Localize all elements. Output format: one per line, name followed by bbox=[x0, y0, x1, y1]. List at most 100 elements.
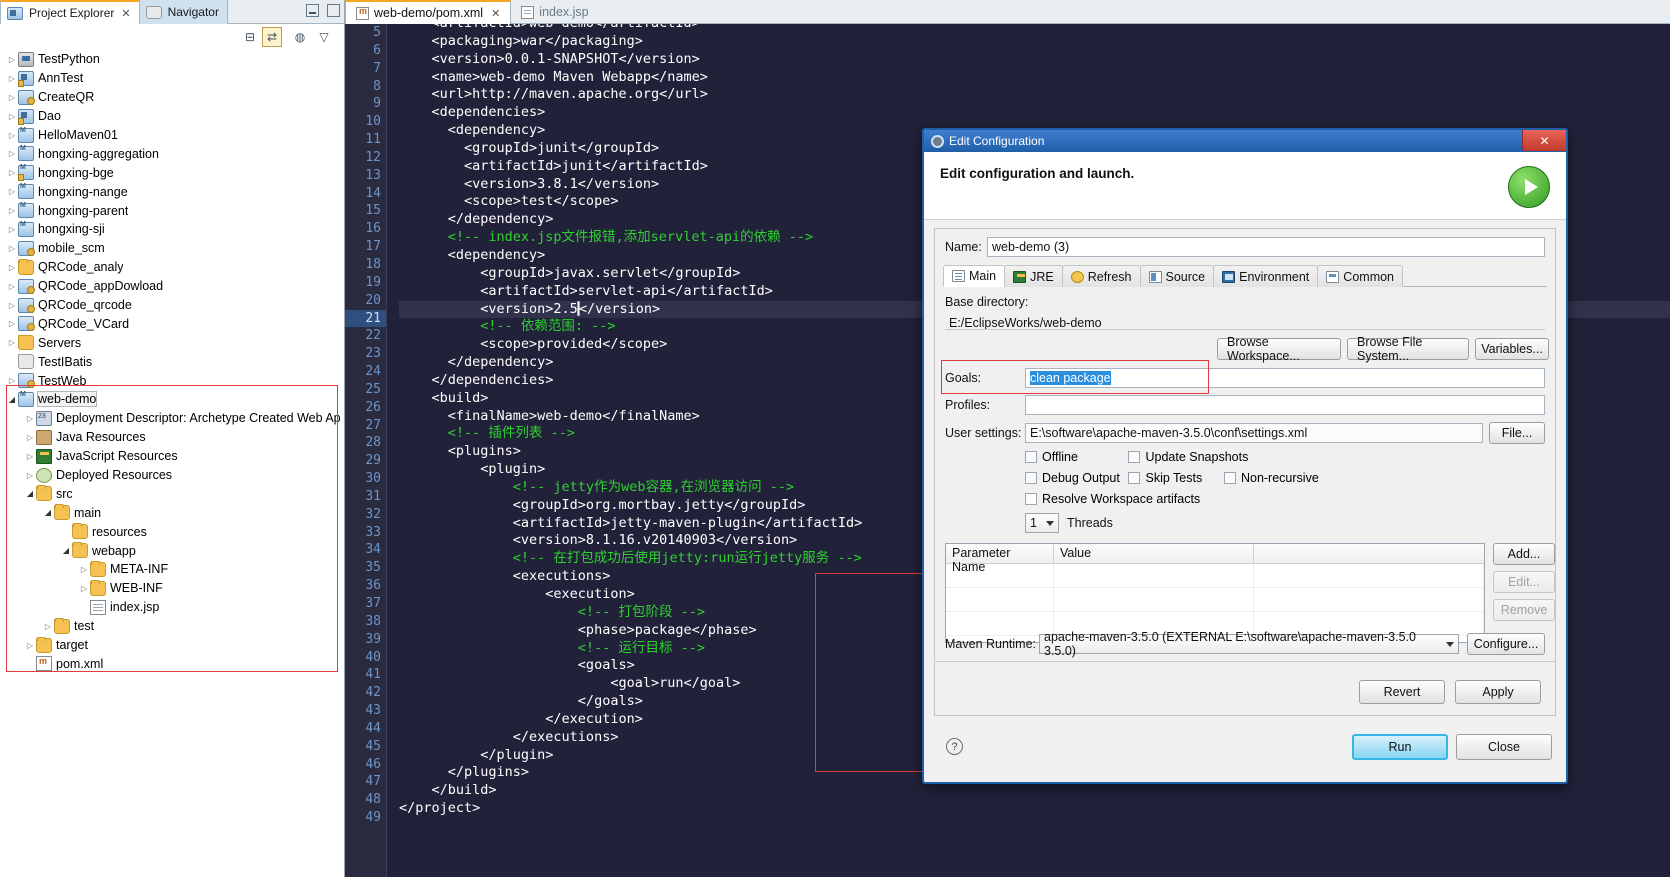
chevron-right-icon[interactable]: ▷ bbox=[6, 187, 18, 196]
table-row[interactable] bbox=[946, 588, 1484, 612]
tab-index-jsp[interactable]: index.jsp bbox=[511, 0, 598, 24]
tree-item-hellomaven01[interactable]: ▷ HelloMaven01 bbox=[0, 126, 344, 145]
checkbox-skip-tests[interactable]: Skip Tests bbox=[1128, 471, 1220, 485]
tree-item-hongxing-parent[interactable]: ▷ hongxing-parent bbox=[0, 201, 344, 220]
chevron-right-icon[interactable]: ▷ bbox=[6, 338, 18, 347]
browse-file-system-button[interactable]: Browse File System... bbox=[1347, 335, 1469, 363]
checkbox-non-recursive[interactable]: Non-recursive bbox=[1223, 471, 1319, 485]
close-icon[interactable]: ✕ bbox=[491, 7, 500, 20]
chevron-right-icon[interactable]: ▷ bbox=[6, 376, 18, 385]
tree-item-createqr[interactable]: ▷ CreateQR bbox=[0, 88, 344, 107]
chevron-right-icon[interactable]: ▷ bbox=[6, 55, 18, 64]
code-line[interactable]: <artifactId>web-demo</artifactId> bbox=[399, 24, 1670, 33]
code-line[interactable]: <url>http://maven.apache.org</url> bbox=[399, 86, 1670, 104]
tab-main[interactable]: Main bbox=[943, 265, 1006, 287]
tree-item-anntest[interactable]: ▷ AnnTest bbox=[0, 69, 344, 88]
add-button[interactable]: Add... bbox=[1493, 543, 1555, 565]
help-question-icon[interactable]: ? bbox=[946, 738, 963, 755]
tree-item-testpython[interactable]: ▷ TestPython bbox=[0, 50, 344, 69]
tree-item-qrcode-qrcode[interactable]: ▷ QRCode_qrcode bbox=[0, 296, 344, 315]
tree-item-target[interactable]: ▷ target bbox=[0, 636, 344, 655]
chevron-right-icon[interactable]: ▷ bbox=[24, 433, 36, 442]
code-line[interactable]: <packaging>war</packaging> bbox=[399, 33, 1670, 51]
tree-item-web-inf[interactable]: ▷ WEB-INF bbox=[0, 579, 344, 598]
code-line[interactable]: </build> bbox=[399, 782, 1670, 800]
checkbox-resolve-workspace-artifacts[interactable]: Resolve Workspace artifacts bbox=[1025, 492, 1200, 506]
tab-navigator[interactable]: Navigator bbox=[139, 0, 228, 24]
close-icon[interactable]: ✕ bbox=[121, 7, 130, 20]
parameters-table[interactable]: Parameter Name Value bbox=[945, 543, 1485, 643]
chevron-right-icon[interactable]: ▷ bbox=[6, 225, 18, 234]
close-button[interactable]: Close bbox=[1456, 734, 1552, 760]
chevron-right-icon[interactable]: ▷ bbox=[6, 112, 18, 121]
chevron-right-icon[interactable]: ▷ bbox=[6, 319, 18, 328]
checkbox-box[interactable] bbox=[1128, 472, 1141, 484]
tree-item-testibatis[interactable]: TestIBatis bbox=[0, 352, 344, 371]
chevron-right-icon[interactable]: ▷ bbox=[6, 263, 18, 272]
goals-input[interactable]: clean package bbox=[1025, 368, 1545, 388]
chevron-right-icon[interactable]: ▷ bbox=[24, 452, 36, 461]
chevron-right-icon[interactable]: ▷ bbox=[6, 244, 18, 253]
code-line[interactable]: <version>0.0.1-SNAPSHOT</version> bbox=[399, 51, 1670, 69]
tree-item-webapp[interactable]: ◢ webapp bbox=[0, 541, 344, 560]
revert-button[interactable]: Revert bbox=[1359, 680, 1445, 704]
tree-item-dao[interactable]: ▷ Dao bbox=[0, 107, 344, 126]
chevron-right-icon[interactable]: ▷ bbox=[6, 206, 18, 215]
checkbox-box[interactable] bbox=[1025, 472, 1037, 484]
checkbox-debug-output[interactable]: Debug Output bbox=[1025, 471, 1125, 485]
tab-pom-xml[interactable]: web-demo/pom.xml ✕ bbox=[345, 0, 512, 24]
chevron-right-icon[interactable]: ▷ bbox=[24, 641, 36, 650]
tree-item-test[interactable]: ▷ test bbox=[0, 617, 344, 636]
tree-item-meta-inf[interactable]: ▷ META-INF bbox=[0, 560, 344, 579]
chevron-right-icon[interactable]: ▷ bbox=[6, 74, 18, 83]
base-directory-value[interactable]: E:/EclipseWorks/web-demo bbox=[945, 314, 1545, 334]
table-row[interactable] bbox=[946, 564, 1484, 588]
chevron-right-icon[interactable]: ▷ bbox=[78, 565, 90, 574]
tree-item-web-demo[interactable]: ◢ web-demo bbox=[0, 390, 344, 409]
threads-select[interactable]: 1 bbox=[1025, 513, 1059, 533]
tab-common[interactable]: Common bbox=[1317, 265, 1404, 287]
tree-item-mobile-scm[interactable]: ▷ mobile_scm bbox=[0, 239, 344, 258]
collapse-all-icon[interactable]: ⊟ bbox=[240, 27, 260, 47]
close-icon[interactable]: ✕ bbox=[1522, 130, 1566, 151]
tree-item-hongxing-bge[interactable]: ▷ hongxing-bge bbox=[0, 163, 344, 182]
tab-project-explorer[interactable]: Project Explorer ✕ bbox=[0, 0, 140, 24]
tree-item-deployment-descriptor-archetype-created-web-ap[interactable]: ▷ Deployment Descriptor: Archetype Create… bbox=[0, 409, 344, 428]
tree-item-hongxing-nange[interactable]: ▷ hongxing-nange bbox=[0, 182, 344, 201]
tree-item-resources[interactable]: resources bbox=[0, 522, 344, 541]
tab-refresh[interactable]: Refresh bbox=[1061, 265, 1141, 287]
tree-item-main[interactable]: ◢ main bbox=[0, 503, 344, 522]
profiles-input[interactable] bbox=[1025, 395, 1545, 415]
file-button[interactable]: File... bbox=[1489, 422, 1545, 444]
chevron-right-icon[interactable]: ▷ bbox=[6, 93, 18, 102]
tree-item-qrcode-appdowload[interactable]: ▷ QRCode_appDowload bbox=[0, 277, 344, 296]
tree-item-java-resources[interactable]: ▷ Java Resources bbox=[0, 428, 344, 447]
chevron-right-icon[interactable]: ▷ bbox=[6, 149, 18, 158]
tree-item-javascript-resources[interactable]: ▷ JavaScript Resources bbox=[0, 447, 344, 466]
variables-button[interactable]: Variables... bbox=[1475, 338, 1549, 360]
tree-item-testweb[interactable]: ▷ TestWeb bbox=[0, 371, 344, 390]
maven-runtime-select[interactable]: apache-maven-3.5.0 (EXTERNAL E:\software… bbox=[1039, 630, 1459, 658]
tree-item-qrcode-analy[interactable]: ▷ QRCode_analy bbox=[0, 258, 344, 277]
user-settings-input[interactable]: E:\software\apache-maven-3.5.0\conf\sett… bbox=[1025, 423, 1483, 443]
tree-item-qrcode-vcard[interactable]: ▷ QRCode_VCard bbox=[0, 314, 344, 333]
tree-item-index-jsp[interactable]: index.jsp bbox=[0, 598, 344, 617]
name-input[interactable]: web-demo (3) bbox=[987, 237, 1545, 257]
chevron-right-icon[interactable]: ▷ bbox=[42, 622, 54, 631]
tab-environment[interactable]: Environment bbox=[1213, 265, 1319, 287]
checkbox-update-snapshots[interactable]: Update Snapshots bbox=[1128, 450, 1248, 464]
link-with-editor-icon[interactable]: ⇄ bbox=[262, 27, 282, 47]
tree-item-deployed-resources[interactable]: ▷ Deployed Resources bbox=[0, 466, 344, 485]
chevron-right-icon[interactable]: ▷ bbox=[24, 414, 36, 423]
chevron-down-icon[interactable]: ◢ bbox=[24, 489, 36, 498]
apply-button[interactable]: Apply bbox=[1455, 680, 1541, 704]
minimize-icon[interactable] bbox=[306, 4, 319, 17]
run-button[interactable]: Run bbox=[1352, 734, 1448, 760]
code-line[interactable]: <dependencies> bbox=[399, 104, 1670, 122]
tree-item-hongxing-aggregation[interactable]: ▷ hongxing-aggregation bbox=[0, 144, 344, 163]
chevron-down-icon[interactable]: ◢ bbox=[6, 395, 18, 404]
chevron-right-icon[interactable]: ▷ bbox=[6, 168, 18, 177]
tree-item-hongxing-sji[interactable]: ▷ hongxing-sji bbox=[0, 220, 344, 239]
checkbox-box[interactable] bbox=[1128, 451, 1141, 463]
tree-item-servers[interactable]: ▷ Servers bbox=[0, 333, 344, 352]
